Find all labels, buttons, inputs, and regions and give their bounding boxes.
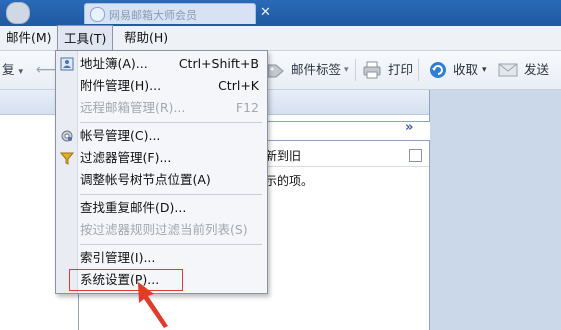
menu-item-attachments[interactable]: 附件管理(H)... Ctrl+K bbox=[56, 75, 267, 97]
menu-item-label: 附件管理(H)... bbox=[80, 78, 162, 93]
reply-label: 复 bbox=[2, 62, 15, 77]
printer-icon bbox=[363, 61, 381, 79]
title-bar: 网易邮箱大师会员 ✕ bbox=[0, 0, 561, 26]
menu-item-find-duplicates[interactable]: 查找重复邮件(D)... bbox=[56, 197, 267, 219]
menu-item-label: 索引管理(I)... bbox=[80, 250, 156, 265]
menu-item-adjust-account-tree[interactable]: 调整帐号树节点位置(A) bbox=[56, 169, 267, 191]
mail-tag-label: 邮件标签 bbox=[291, 62, 342, 77]
menu-mail[interactable]: 邮件(M) bbox=[0, 26, 58, 50]
menu-separator bbox=[80, 194, 262, 195]
receive-label: 收取 bbox=[453, 62, 479, 77]
menu-item-shortcut: Ctrl+Shift+B bbox=[178, 56, 259, 71]
menu-item-account-management[interactable]: 帐号管理(C)... bbox=[56, 125, 267, 147]
send-label: 发送 bbox=[524, 62, 550, 77]
menu-item-label: 远程邮箱管理(R)... bbox=[80, 100, 186, 115]
tab-favicon-icon bbox=[90, 7, 105, 22]
expand-double-chevron-icon[interactable]: » bbox=[405, 120, 413, 135]
menu-bar: 邮件(M) 工具(T) 帮助(H) bbox=[0, 25, 561, 52]
tab-title: 网易邮箱大师会员 bbox=[109, 9, 197, 22]
tag-chevron-icon: ▾ bbox=[344, 65, 349, 75]
menu-item-address-book[interactable]: 地址簿(A)... Ctrl+Shift+B bbox=[56, 53, 267, 75]
address-book-icon bbox=[60, 57, 74, 71]
menu-item-label: 帐号管理(C)... bbox=[80, 128, 161, 143]
receive-chevron-icon: ▾ bbox=[482, 65, 487, 75]
menu-tools[interactable]: 工具(T) bbox=[57, 25, 114, 52]
sort-order-label[interactable]: 新到旧 bbox=[265, 146, 301, 166]
toolbar-divider bbox=[418, 59, 419, 81]
refresh-icon bbox=[430, 62, 446, 78]
menu-item-label: 查找重复邮件(D)... bbox=[80, 200, 187, 215]
menu-separator bbox=[80, 244, 262, 245]
menu-item-label: 地址簿(A)... bbox=[80, 56, 148, 71]
select-all-checkbox[interactable] bbox=[409, 149, 422, 162]
menu-item-label: 调整帐号树节点位置(A) bbox=[80, 172, 211, 187]
account-gear-icon bbox=[61, 130, 73, 142]
app-logo-icon bbox=[6, 2, 30, 24]
menu-separator bbox=[80, 122, 262, 123]
tab-close-icon[interactable]: ✕ bbox=[260, 5, 271, 20]
annotation-arrow-icon bbox=[138, 282, 168, 328]
filter-funnel-icon bbox=[60, 152, 74, 165]
print-label: 打印 bbox=[388, 62, 414, 77]
tag-icon bbox=[267, 64, 284, 78]
menu-item-label: 过滤器管理(F)... bbox=[80, 150, 172, 165]
menu-item-remote-mailbox: 远程邮箱管理(R)... F12 bbox=[56, 97, 267, 119]
menu-help[interactable]: 帮助(H) bbox=[118, 26, 174, 50]
reply-button[interactable]: 复 ▾ bbox=[2, 60, 23, 80]
back-arrow-icon[interactable]: ⟵ bbox=[36, 60, 56, 80]
browser-tab[interactable]: 网易邮箱大师会员 bbox=[84, 3, 256, 24]
menu-item-shortcut: Ctrl+K bbox=[218, 78, 259, 93]
toolbar-divider bbox=[355, 59, 356, 81]
tools-dropdown-menu: 地址簿(A)... Ctrl+Shift+B 附件管理(H)... Ctrl+K… bbox=[55, 50, 268, 294]
menu-item-shortcut: F12 bbox=[235, 100, 259, 115]
reading-pane bbox=[430, 90, 561, 330]
send-icon bbox=[498, 63, 518, 77]
menu-item-filter-management[interactable]: 过滤器管理(F)... bbox=[56, 147, 267, 169]
empty-list-text: 示的项。 bbox=[265, 174, 314, 188]
menu-item-label: 按过滤器规则过滤当前列表(S) bbox=[80, 222, 248, 237]
dropdown-chevron-icon: ▾ bbox=[18, 67, 24, 77]
menu-item-filter-current-list: 按过滤器规则过滤当前列表(S) bbox=[56, 219, 267, 241]
menu-item-index-management[interactable]: 索引管理(I)... bbox=[56, 247, 267, 269]
